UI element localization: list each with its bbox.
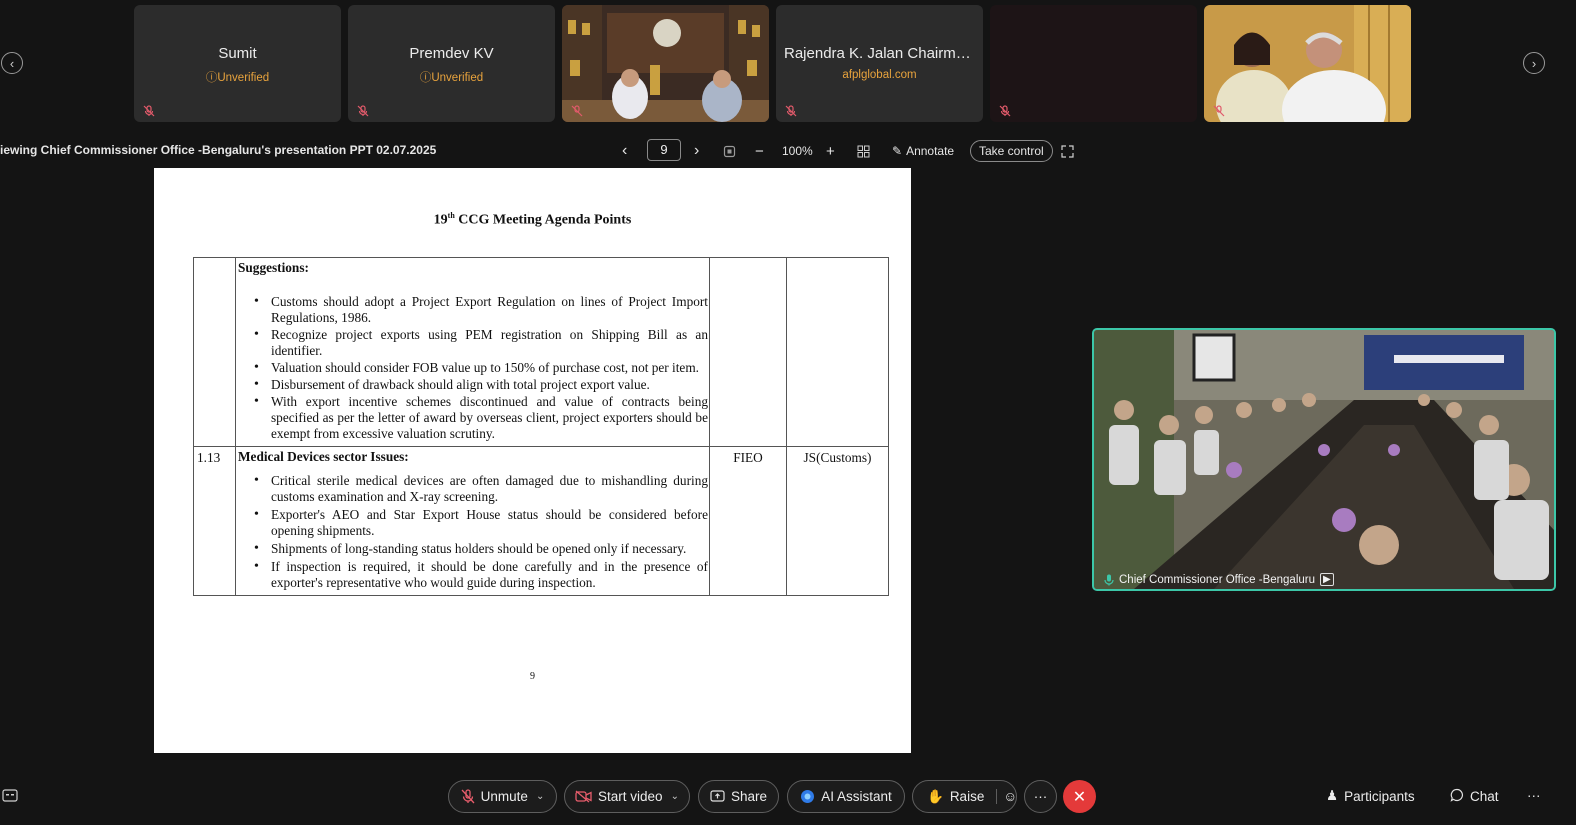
list-item: Customs should adopt a Project Export Re… bbox=[254, 294, 708, 326]
list-item: With export incentive schemes discontinu… bbox=[254, 394, 708, 442]
participants-button[interactable]: ♟ Participants bbox=[1326, 788, 1415, 804]
chevron-down-icon[interactable]: ⌄ bbox=[671, 791, 679, 802]
participant-status: ⓘUnverified bbox=[205, 72, 270, 84]
screen-share-icon: ▶ bbox=[1320, 573, 1334, 586]
participant-name: Premdev KV bbox=[409, 45, 494, 62]
table-row: Suggestions: Customs should adopt a Proj… bbox=[193, 257, 889, 447]
list-item: Disbursement of drawback should align wi… bbox=[254, 377, 708, 393]
captions-icon[interactable] bbox=[2, 789, 18, 807]
end-call-button[interactable]: ✕ bbox=[1063, 780, 1096, 813]
action-by: JS(Customs) bbox=[786, 446, 889, 596]
participant-video-dark[interactable] bbox=[990, 5, 1197, 122]
share-title: iewing Chief Commissioner Office -Bengal… bbox=[0, 143, 437, 157]
participant-domain: afplglobal.com bbox=[842, 69, 917, 81]
list-item: Exporter's AEO and Star Export House sta… bbox=[254, 507, 708, 539]
participant-video-trophy-room[interactable] bbox=[562, 5, 769, 122]
list-item: Valuation should consider FOB value up t… bbox=[254, 360, 708, 376]
unmute-button[interactable]: Unmute ⌄ bbox=[448, 780, 557, 813]
hand-icon: ✋ bbox=[927, 788, 944, 804]
zoom-out-icon[interactable]: − bbox=[755, 140, 764, 162]
mic-icon bbox=[1104, 574, 1114, 585]
raised-by: FIEO bbox=[709, 446, 787, 596]
item-points: Critical sterile medical devices are oft… bbox=[238, 473, 708, 591]
strip-prev-arrow-icon[interactable]: ‹ bbox=[1, 52, 23, 74]
participant-name: Rajendra K. Jalan Chairman... bbox=[784, 45, 983, 62]
participant-tile-rajendra[interactable]: Rajendra K. Jalan Chairman... afplglobal… bbox=[776, 5, 983, 122]
close-icon: ✕ bbox=[1072, 788, 1087, 806]
start-video-label: Start video bbox=[598, 789, 663, 804]
grid-view-icon[interactable] bbox=[857, 140, 870, 162]
share-label: Share bbox=[730, 789, 768, 804]
list-item: If inspection is required, it should be … bbox=[254, 559, 708, 591]
video-feed-trophy-room bbox=[562, 5, 769, 122]
participant-tile-sumit[interactable]: Sumit ⓘUnverified bbox=[134, 5, 341, 122]
item-number: 1.13 bbox=[193, 446, 236, 596]
zoom-level: 100% bbox=[782, 144, 813, 158]
unmute-label: Unmute bbox=[480, 789, 528, 804]
participant-status: ⓘUnverified bbox=[419, 72, 484, 84]
warning-icon: ⓘ bbox=[419, 72, 432, 84]
document-title: 19th CCG Meeting Agenda Points bbox=[433, 211, 632, 228]
table-row: 1.13 Medical Devices sector Issues: Crit… bbox=[193, 446, 889, 596]
video-feed-two-people bbox=[1204, 5, 1411, 122]
take-control-button[interactable]: Take control bbox=[970, 140, 1053, 162]
item-heading: Medical Devices sector Issues: bbox=[238, 449, 409, 464]
overflow-menu-button[interactable]: ··· bbox=[1527, 788, 1541, 803]
action-by bbox=[786, 257, 889, 447]
share-screen-icon bbox=[710, 790, 725, 803]
raise-hand-button[interactable]: ✋ Raise ☺ bbox=[912, 780, 1017, 813]
list-item: Recognize project exports using PEM regi… bbox=[254, 327, 708, 359]
fullscreen-icon[interactable] bbox=[1061, 140, 1074, 162]
list-item: Shipments of long-standing status holder… bbox=[254, 541, 708, 557]
mic-muted-icon bbox=[357, 105, 369, 117]
mic-muted-icon bbox=[461, 789, 475, 804]
reactions-icon[interactable]: ☺ bbox=[996, 789, 1017, 804]
chat-bubble-icon bbox=[1450, 788, 1464, 805]
shared-document-page: 19th CCG Meeting Agenda Points Suggestio… bbox=[154, 168, 911, 753]
item-points: Customs should adopt a Project Export Re… bbox=[238, 294, 708, 442]
video-off-icon bbox=[575, 790, 592, 803]
item-heading: Suggestions: bbox=[238, 260, 309, 275]
raise-label: Raise bbox=[949, 789, 985, 804]
strip-next-arrow-icon[interactable]: › bbox=[1523, 52, 1545, 74]
share-button[interactable]: Share bbox=[698, 780, 779, 813]
list-item: Critical sterile medical devices are oft… bbox=[254, 473, 708, 505]
item-description: Suggestions: Customs should adopt a Proj… bbox=[235, 257, 710, 447]
video-feed-conference-room bbox=[1094, 330, 1554, 589]
participants-label: Participants bbox=[1344, 788, 1415, 804]
ai-assistant-icon bbox=[800, 789, 815, 804]
chat-label: Chat bbox=[1470, 789, 1499, 804]
ai-assistant-button[interactable]: AI Assistant bbox=[787, 780, 905, 813]
participant-video-two-people[interactable] bbox=[1204, 5, 1411, 122]
prev-page-icon[interactable]: ‹ bbox=[622, 140, 627, 162]
agenda-table: Suggestions: Customs should adopt a Proj… bbox=[193, 257, 889, 596]
zoom-in-icon[interactable]: + bbox=[826, 140, 835, 162]
active-speaker-label: Chief Commissioner Office -Bengaluru ▶ bbox=[1104, 573, 1334, 586]
item-description: Medical Devices sector Issues: Critical … bbox=[235, 446, 710, 596]
participant-name: Sumit bbox=[218, 45, 257, 62]
mic-muted-icon bbox=[571, 105, 583, 117]
mic-muted-icon bbox=[999, 105, 1011, 117]
next-page-icon[interactable]: › bbox=[694, 140, 699, 162]
start-video-button[interactable]: Start video ⌄ bbox=[564, 780, 690, 813]
mic-muted-icon bbox=[1213, 105, 1225, 117]
participant-tile-premdev[interactable]: Premdev KV ⓘUnverified bbox=[348, 5, 555, 122]
participants-icon: ♟ bbox=[1326, 788, 1339, 803]
active-speaker-video[interactable]: Chief Commissioner Office -Bengaluru ▶ bbox=[1092, 328, 1556, 591]
mic-muted-icon bbox=[143, 105, 155, 117]
annotate-button[interactable]: ✎ Annotate bbox=[892, 140, 954, 162]
item-number bbox=[193, 257, 236, 447]
page-number-input[interactable]: 9 bbox=[647, 139, 681, 161]
pen-icon: ✎ bbox=[892, 144, 903, 158]
more-options-button[interactable]: ··· bbox=[1024, 780, 1057, 813]
chevron-down-icon[interactable]: ⌄ bbox=[536, 791, 544, 802]
warning-icon: ⓘ bbox=[205, 72, 218, 84]
raised-by bbox=[709, 257, 787, 447]
mic-muted-icon bbox=[785, 105, 797, 117]
ai-assistant-label: AI Assistant bbox=[821, 789, 892, 804]
chat-button[interactable]: Chat bbox=[1450, 788, 1499, 805]
fit-page-icon[interactable] bbox=[723, 140, 736, 162]
document-page-number: 9 bbox=[530, 671, 535, 682]
